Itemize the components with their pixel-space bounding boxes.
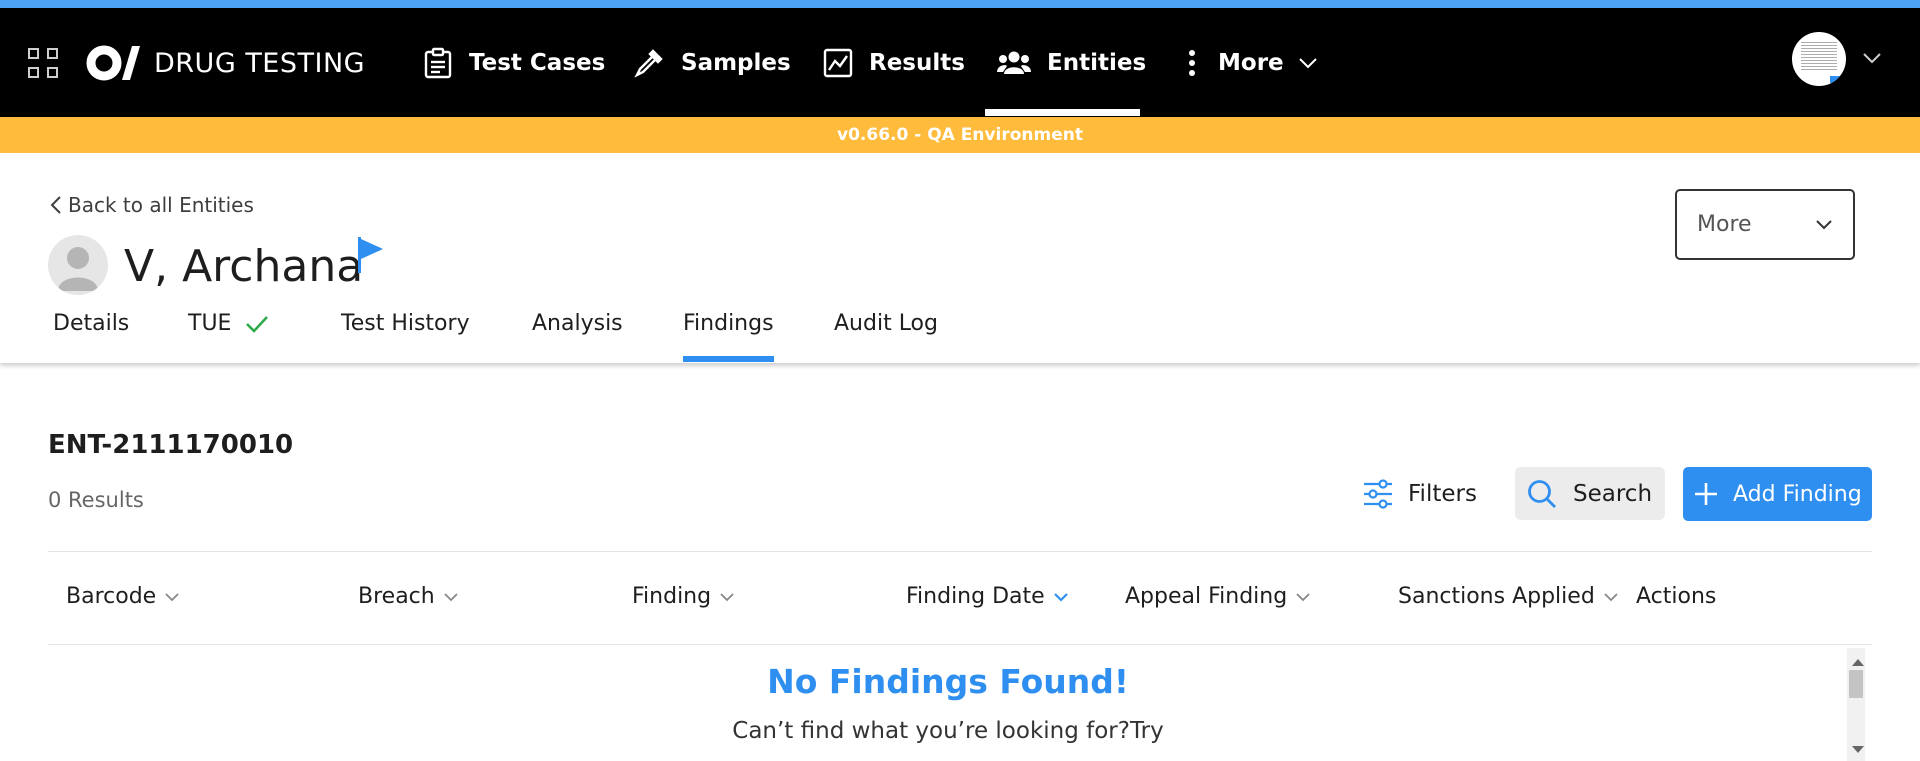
avatar-image bbox=[1801, 42, 1837, 72]
back-link-label: Back to all Entities bbox=[68, 193, 254, 217]
column-header-actions: Actions bbox=[1636, 584, 1716, 609]
chevron-down-icon bbox=[1053, 592, 1068, 602]
tab-tue[interactable]: TUE bbox=[188, 311, 269, 336]
grid-icon bbox=[28, 48, 58, 78]
column-header-finding-date[interactable]: Finding Date bbox=[906, 584, 1069, 609]
tab-test-history[interactable]: Test History bbox=[341, 311, 470, 336]
tab-label: TUE bbox=[188, 311, 232, 336]
column-header-label: Actions bbox=[1636, 584, 1717, 609]
tab-label: Analysis bbox=[532, 311, 623, 336]
tab-label: Details bbox=[53, 311, 130, 336]
tab-label: Test History bbox=[341, 311, 470, 336]
column-header-label: Sanctions Applied bbox=[1398, 584, 1595, 609]
column-header-label: Finding Date bbox=[906, 584, 1045, 609]
scroll-down-arrow-icon[interactable] bbox=[1851, 739, 1865, 758]
scrollbar-thumb[interactable] bbox=[1849, 670, 1863, 698]
empty-state-subtitle: Can’t find what you’re looking for?Try bbox=[732, 718, 1164, 744]
empty-state-title: No Findings Found! bbox=[767, 662, 1129, 701]
column-header-label: Finding bbox=[632, 584, 712, 609]
chevron-down-icon bbox=[165, 592, 179, 601]
entity-more-dropdown[interactable]: More bbox=[1675, 189, 1855, 260]
add-finding-button[interactable]: Add Finding bbox=[1683, 467, 1872, 521]
chevron-down-icon bbox=[1298, 58, 1317, 69]
results-count: 0 Results bbox=[48, 488, 144, 512]
nav-active-indicator bbox=[985, 109, 1140, 116]
column-header-label: Barcode bbox=[66, 584, 157, 609]
user-menu-toggle[interactable] bbox=[1862, 52, 1882, 64]
add-finding-label: Add Finding bbox=[1733, 481, 1862, 507]
search-icon bbox=[1528, 479, 1556, 508]
avatar-badge bbox=[1830, 76, 1842, 83]
scroll-up-arrow-icon[interactable] bbox=[1851, 652, 1865, 671]
brand-title: DRUG TESTING bbox=[154, 47, 366, 79]
table-divider bbox=[48, 551, 1872, 552]
top-navbar: DRUG TESTING Test Cases Samples Results … bbox=[0, 8, 1920, 117]
column-header-barcode[interactable]: Barcode bbox=[66, 584, 180, 609]
tab-label: Audit Log bbox=[834, 311, 938, 336]
column-header-label: Appeal Finding bbox=[1125, 584, 1288, 609]
nav-item-more[interactable]: More bbox=[1182, 40, 1318, 86]
sliders-icon bbox=[1364, 479, 1392, 509]
back-to-entities-link[interactable]: Back to all Entities bbox=[50, 193, 254, 217]
environment-banner: v0.66.0 - QA Environment bbox=[0, 117, 1920, 153]
brand-logo[interactable]: DRUG TESTING bbox=[86, 44, 365, 82]
filters-button[interactable]: Filters bbox=[1362, 478, 1477, 510]
entity-id: ENT-2111170010 bbox=[48, 430, 294, 460]
search-label: Search bbox=[1573, 480, 1653, 507]
tab-analysis[interactable]: Analysis bbox=[532, 311, 623, 336]
column-header-finding[interactable]: Finding bbox=[632, 584, 735, 609]
pipette-icon bbox=[634, 49, 663, 78]
tab-label: Findings bbox=[683, 311, 774, 336]
tab-audit-log[interactable]: Audit Log bbox=[834, 311, 938, 336]
chevron-left-icon bbox=[50, 196, 61, 214]
nav-item-samples[interactable]: Samples bbox=[633, 40, 791, 86]
chevron-down-icon bbox=[720, 592, 734, 601]
nav-item-label: More bbox=[1218, 50, 1284, 76]
entity-name: V, Archana bbox=[124, 241, 364, 292]
table-header-divider bbox=[48, 644, 1872, 645]
clipboard-icon bbox=[424, 47, 452, 79]
nav-item-label: Samples bbox=[681, 50, 791, 76]
chevron-down-icon bbox=[444, 592, 458, 601]
column-header-appeal-finding[interactable]: Appeal Finding bbox=[1125, 584, 1311, 609]
chevron-down-icon bbox=[1863, 53, 1881, 64]
chevron-down-icon bbox=[1604, 592, 1618, 601]
nav-item-label: Entities bbox=[1047, 50, 1147, 76]
user-avatar[interactable] bbox=[1792, 32, 1846, 86]
brand-mark-icon bbox=[86, 44, 140, 82]
filters-label: Filters bbox=[1408, 481, 1477, 507]
users-icon bbox=[997, 51, 1031, 74]
column-header-breach[interactable]: Breach bbox=[358, 584, 459, 609]
nav-item-label: Test Cases bbox=[469, 50, 606, 76]
apps-grid-button[interactable] bbox=[28, 48, 58, 78]
tab-details[interactable]: Details bbox=[53, 311, 129, 336]
check-icon bbox=[246, 315, 269, 333]
top-accent-strip bbox=[0, 0, 1920, 8]
tab-findings[interactable]: Findings bbox=[683, 311, 774, 336]
column-header-label: Breach bbox=[358, 584, 435, 609]
dots-vertical-icon bbox=[1189, 50, 1195, 76]
nav-item-results[interactable]: Results bbox=[823, 40, 965, 86]
nav-item-entities[interactable]: Entities bbox=[997, 40, 1146, 86]
nav-item-label: Results bbox=[869, 50, 965, 76]
chart-icon bbox=[823, 48, 853, 78]
nav-item-test-cases[interactable]: Test Cases bbox=[423, 40, 605, 86]
person-icon bbox=[58, 247, 98, 291]
search-button[interactable]: Search bbox=[1515, 467, 1665, 520]
flag-icon[interactable] bbox=[356, 237, 384, 277]
plus-icon bbox=[1695, 483, 1717, 505]
entity-avatar bbox=[48, 235, 108, 295]
chevron-down-icon bbox=[1296, 592, 1310, 601]
entity-header: Back to all Entities V, Archana More Det… bbox=[0, 153, 1920, 363]
more-dropdown-label: More bbox=[1697, 212, 1752, 237]
tab-active-indicator bbox=[683, 356, 774, 362]
column-header-sanctions-applied[interactable]: Sanctions Applied bbox=[1398, 584, 1619, 609]
chevron-down-icon bbox=[1816, 220, 1832, 230]
